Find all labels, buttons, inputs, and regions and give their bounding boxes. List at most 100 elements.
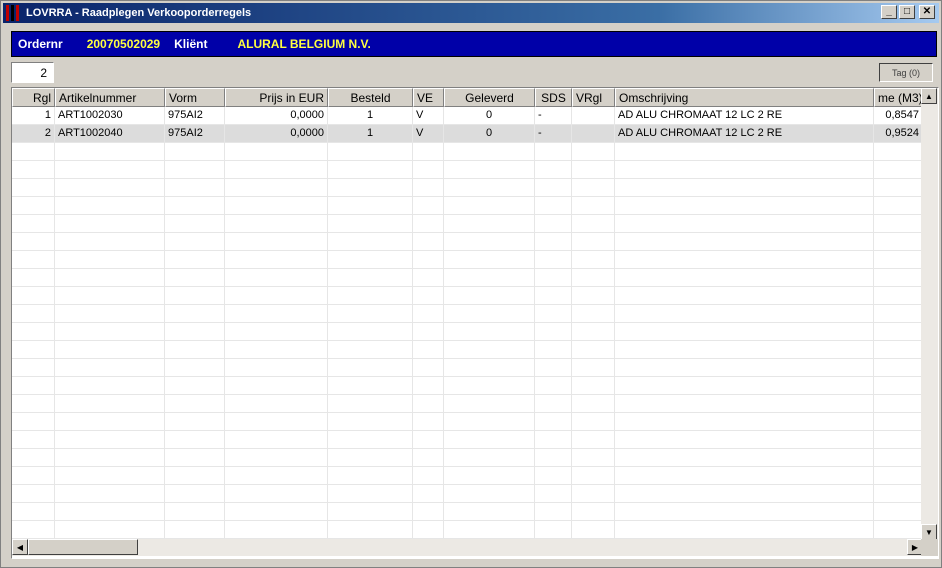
table-cell xyxy=(572,161,615,179)
app-icon[interactable] xyxy=(6,5,20,21)
column-header[interactable]: VE xyxy=(413,88,444,107)
table-cell xyxy=(328,503,413,521)
empty-row[interactable] xyxy=(12,323,923,341)
table-cell xyxy=(225,431,328,449)
table-cell xyxy=(874,215,923,233)
table-cell xyxy=(12,431,55,449)
table-cell xyxy=(444,287,535,305)
table-cell xyxy=(328,431,413,449)
empty-row[interactable] xyxy=(12,521,923,539)
table-cell xyxy=(572,503,615,521)
table-cell xyxy=(615,521,874,539)
minimize-button[interactable]: _ xyxy=(881,5,897,19)
table-cell xyxy=(572,233,615,251)
empty-row[interactable] xyxy=(12,395,923,413)
table-cell: 1 xyxy=(328,107,413,125)
table-cell xyxy=(444,395,535,413)
table-cell xyxy=(165,305,225,323)
horizontal-scroll-thumb[interactable] xyxy=(28,539,138,555)
table-cell xyxy=(225,359,328,377)
table-cell xyxy=(413,377,444,395)
column-header[interactable]: me (M3) xyxy=(874,88,923,107)
table-cell xyxy=(413,503,444,521)
table-cell xyxy=(225,215,328,233)
order-lines-grid[interactable]: Rgl Artikelnummer Vorm Prijs in EUR Besteld V… xyxy=(11,87,939,559)
client-value: ALURAL BELGIUM N.V. xyxy=(237,37,371,51)
table-cell xyxy=(444,179,535,197)
table-cell xyxy=(615,377,874,395)
empty-row[interactable] xyxy=(12,359,923,377)
table-cell xyxy=(55,359,165,377)
table-cell xyxy=(165,215,225,233)
client-label: Kliënt xyxy=(174,37,208,51)
table-cell xyxy=(413,269,444,287)
empty-row[interactable] xyxy=(12,287,923,305)
table-cell xyxy=(55,395,165,413)
column-header[interactable]: Vorm xyxy=(165,88,225,107)
horizontal-scrollbar[interactable]: ◀ ▶ xyxy=(12,539,923,556)
column-header[interactable]: Besteld xyxy=(328,88,413,107)
empty-row[interactable] xyxy=(12,305,923,323)
table-cell xyxy=(615,215,874,233)
column-header[interactable]: VRgl xyxy=(572,88,615,107)
column-header[interactable]: Geleverd xyxy=(444,88,535,107)
empty-row[interactable] xyxy=(12,251,923,269)
table-cell xyxy=(55,449,165,467)
empty-row[interactable] xyxy=(12,233,923,251)
empty-row[interactable] xyxy=(12,179,923,197)
scroll-up-button[interactable]: ▲ xyxy=(921,88,937,104)
table-cell xyxy=(55,269,165,287)
empty-row[interactable] xyxy=(12,269,923,287)
table-cell xyxy=(225,413,328,431)
table-cell xyxy=(615,449,874,467)
column-header[interactable]: Artikelnummer xyxy=(55,88,165,107)
table-cell: 975AI2 xyxy=(165,107,225,125)
table-row[interactable]: 2 ART1002040 975AI2 0,0000 1 V 0- AD ALU CHROMA… xyxy=(12,125,923,143)
table-cell xyxy=(615,431,874,449)
table-cell xyxy=(615,197,874,215)
empty-row[interactable] xyxy=(12,215,923,233)
table-cell xyxy=(12,143,55,161)
column-header[interactable]: Omschrijving xyxy=(615,88,874,107)
empty-row[interactable] xyxy=(12,197,923,215)
table-cell xyxy=(572,197,615,215)
table-cell xyxy=(55,485,165,503)
table-cell xyxy=(874,395,923,413)
table-cell xyxy=(12,341,55,359)
table-cell xyxy=(444,431,535,449)
table-cell xyxy=(12,395,55,413)
scroll-left-button[interactable]: ◀ xyxy=(12,539,28,555)
table-cell xyxy=(413,359,444,377)
scroll-down-button[interactable]: ▼ xyxy=(921,524,937,540)
table-cell: AD ALU CHROMAAT 12 LC 2 RE xyxy=(615,107,874,125)
maximize-button[interactable]: □ xyxy=(899,5,915,19)
column-header[interactable]: Rgl xyxy=(12,88,55,107)
empty-row[interactable] xyxy=(12,467,923,485)
close-button[interactable]: ✕ xyxy=(919,5,935,19)
empty-row[interactable] xyxy=(12,449,923,467)
table-cell xyxy=(12,305,55,323)
table-cell: 0,8547 xyxy=(874,107,923,125)
table-cell xyxy=(165,413,225,431)
table-cell xyxy=(413,449,444,467)
table-cell xyxy=(572,485,615,503)
column-header[interactable]: SDS xyxy=(535,88,572,107)
empty-row[interactable] xyxy=(12,431,923,449)
vertical-scrollbar[interactable]: ▲ ▼ xyxy=(921,88,938,540)
tag-button[interactable]: Tag (0) xyxy=(879,63,933,82)
empty-row[interactable] xyxy=(12,413,923,431)
empty-row[interactable] xyxy=(12,485,923,503)
table-row[interactable]: 1 ART1002030 975AI2 0,0000 1 V 0- AD ALU CHROMA… xyxy=(12,107,923,125)
order-number-label: Ordernr xyxy=(18,37,63,51)
column-header[interactable]: Prijs in EUR xyxy=(225,88,328,107)
empty-row[interactable] xyxy=(12,143,923,161)
table-cell xyxy=(874,431,923,449)
empty-row[interactable] xyxy=(12,377,923,395)
empty-row[interactable] xyxy=(12,161,923,179)
table-cell: 1 xyxy=(12,107,55,125)
table-cell xyxy=(535,215,572,233)
empty-row[interactable] xyxy=(12,503,923,521)
table-cell xyxy=(572,521,615,539)
empty-row[interactable] xyxy=(12,341,923,359)
title-bar[interactable]: LOVRRA - Raadplegen Verkooporderregels _… xyxy=(3,3,939,23)
